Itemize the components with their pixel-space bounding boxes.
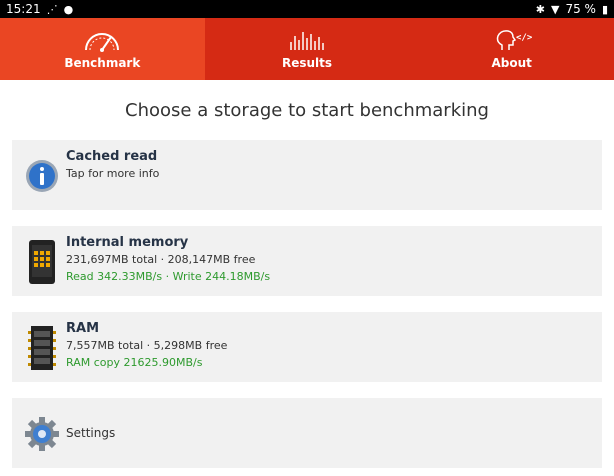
bluetooth-icon: ✱ xyxy=(535,2,545,16)
battery-text: 75 % xyxy=(565,2,596,16)
tab-benchmark[interactable]: Benchmark xyxy=(0,18,205,80)
speedometer-icon xyxy=(85,33,120,52)
wifi-icon: ▼ xyxy=(550,2,560,16)
status-bar: 15:21 ⋰ ● ✱ ▼ 75 % ▮ xyxy=(0,0,614,18)
tab-results[interactable]: Results xyxy=(205,18,410,80)
card-internal-memory[interactable]: Internal memory 231,697MB total · 208,14… xyxy=(12,226,602,296)
card-cached-read[interactable]: Cached read Tap for more info xyxy=(12,140,602,210)
svg-text:</>: </> xyxy=(516,33,532,43)
card-settings[interactable]: Settings xyxy=(12,398,602,468)
battery-icon: ▮ xyxy=(601,2,608,16)
gear-icon xyxy=(25,417,59,451)
network-icon: ⋰ xyxy=(46,2,58,16)
bars-chart-icon xyxy=(290,32,324,50)
memory-chip-icon xyxy=(28,326,56,370)
settings-label: Settings xyxy=(66,426,116,440)
card-ram[interactable]: RAM 7,557MB total · 5,298MB free RAM cop… xyxy=(12,312,602,382)
phone-icon xyxy=(29,240,55,284)
tab-results-label: Results xyxy=(281,56,333,70)
status-time: 15:21 xyxy=(6,2,41,16)
card-detail: 231,697MB total · 208,147MB free xyxy=(66,253,256,266)
tab-about-label: About xyxy=(491,56,532,70)
card-speed: Read 342.33MB/s · Write 244.18MB/s xyxy=(66,270,271,283)
card-speed: RAM copy 21625.90MB/s xyxy=(66,356,203,369)
tab-bar: Benchmark Results </> About xyxy=(0,18,614,80)
card-detail: 7,557MB total · 5,298MB free xyxy=(66,339,228,352)
dot-icon: ● xyxy=(63,2,74,16)
card-title: Internal memory xyxy=(66,235,189,250)
tab-about[interactable]: </> About xyxy=(409,18,614,80)
tab-benchmark-label: Benchmark xyxy=(64,56,141,70)
card-title: Cached read xyxy=(66,149,158,164)
card-subtitle: Tap for more info xyxy=(66,167,160,180)
card-title: RAM xyxy=(66,321,100,336)
page-title: Choose a storage to start benchmarking xyxy=(125,100,489,121)
info-icon xyxy=(26,160,58,192)
head-code-icon: </> xyxy=(496,30,532,50)
